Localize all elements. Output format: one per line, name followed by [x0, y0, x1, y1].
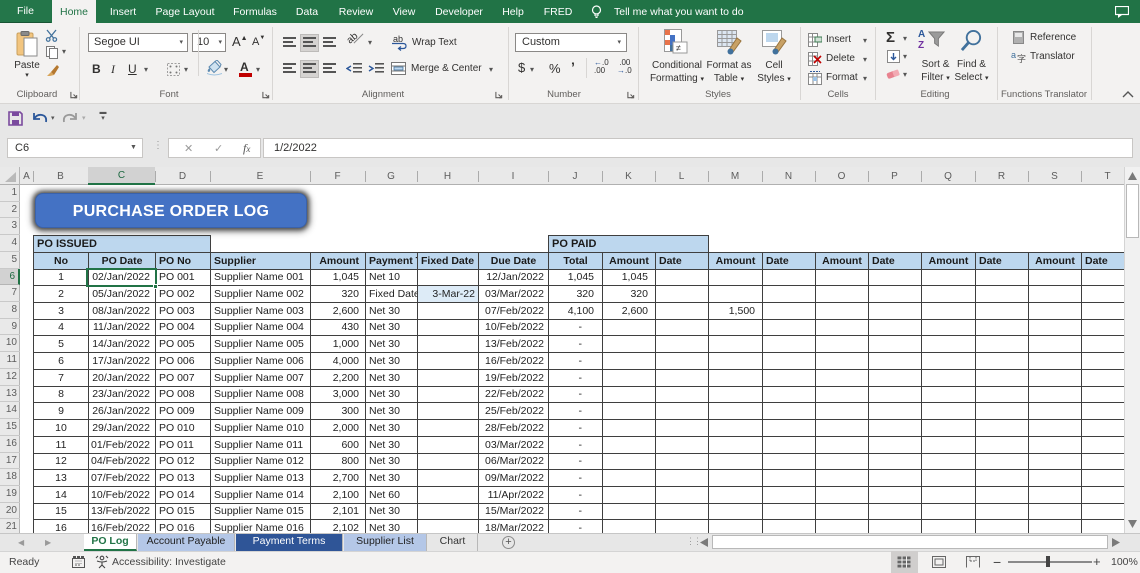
svg-text:≠: ≠ — [676, 43, 681, 53]
svg-text:字: 字 — [1017, 53, 1026, 63]
svg-text:a: a — [1011, 50, 1016, 60]
